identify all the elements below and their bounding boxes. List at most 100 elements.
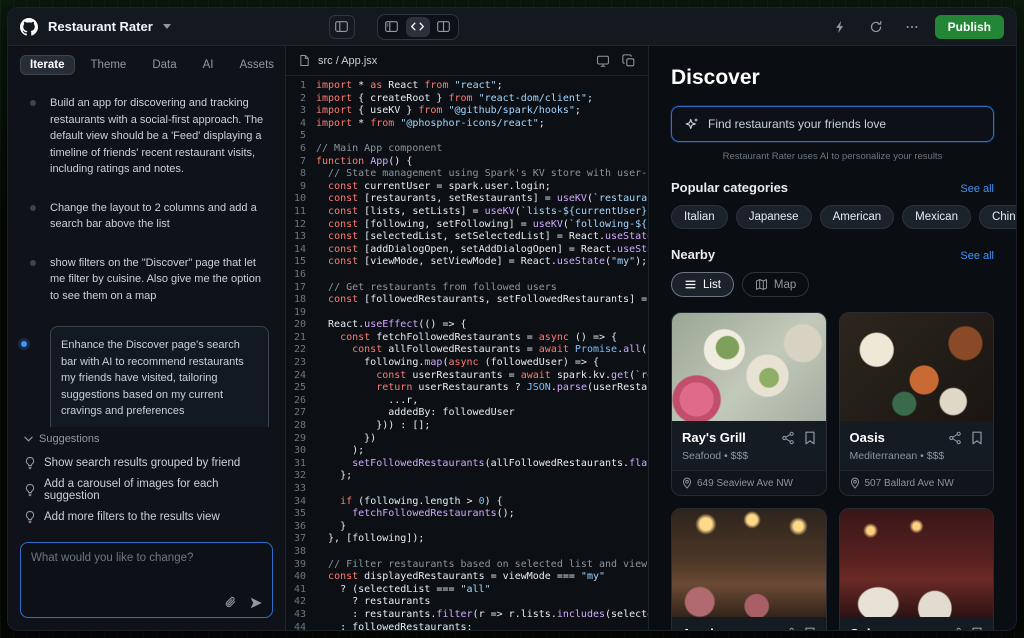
restaurant-card[interactable]: OasisMediterranean • $$$507 Ballard Ave … bbox=[839, 312, 995, 496]
category-chip-chinese[interactable]: Chinese bbox=[979, 205, 1016, 229]
code-line[interactable]: 1import * as React from "react"; bbox=[286, 80, 648, 93]
line-number: 37 bbox=[286, 533, 316, 546]
layout-chat-button[interactable] bbox=[380, 17, 404, 37]
share-icon[interactable] bbox=[781, 431, 795, 445]
category-chip-mexican[interactable]: Mexican bbox=[902, 205, 971, 229]
code-line[interactable]: 29 }) bbox=[286, 433, 648, 446]
code-line[interactable]: 21 const fetchFollowedRestaurants = asyn… bbox=[286, 332, 648, 345]
category-chip-american[interactable]: American bbox=[820, 205, 895, 229]
code-line[interactable]: 12 const [following, setFollowing] = use… bbox=[286, 219, 648, 232]
code-line[interactable]: 6// Main App component bbox=[286, 143, 648, 156]
prompt-text: show filters on the "Discover" page that… bbox=[50, 255, 269, 305]
layout-preview-button[interactable] bbox=[432, 17, 456, 37]
bookmark-icon[interactable] bbox=[804, 627, 816, 631]
restaurant-card[interactable]: Ocho bbox=[839, 508, 995, 630]
layout-code-button[interactable] bbox=[406, 17, 430, 37]
code-line[interactable]: 8 // State management using Spark's KV s… bbox=[286, 168, 648, 181]
code-line[interactable]: 27 addedBy: followedUser bbox=[286, 407, 648, 420]
prompt-message[interactable]: Enhance the Discover page's search bar w… bbox=[50, 326, 269, 427]
code-line[interactable]: 22 const allFollowedRestaurants = await … bbox=[286, 344, 648, 357]
share-icon[interactable] bbox=[948, 431, 962, 445]
tab-assets[interactable]: Assets bbox=[230, 55, 285, 75]
lightbulb-icon bbox=[24, 456, 36, 470]
tab-iterate[interactable]: Iterate bbox=[20, 55, 75, 75]
code-line[interactable]: 7function App() { bbox=[286, 156, 648, 169]
see-all-link[interactable]: See all bbox=[960, 183, 994, 195]
list-view-button[interactable]: List bbox=[671, 272, 734, 297]
suggestion-item[interactable]: Add a carousel of images for each sugges… bbox=[24, 474, 269, 506]
code-line[interactable]: 5 bbox=[286, 130, 648, 143]
prompt-message[interactable]: show filters on the "Discover" page that… bbox=[50, 255, 269, 305]
restaurant-card[interactable]: Asadero bbox=[671, 508, 827, 630]
code-line[interactable]: 30 ); bbox=[286, 445, 648, 458]
restaurant-card[interactable]: Ray's GrillSeafood • $$$649 Seaview Ave … bbox=[671, 312, 827, 496]
code-line[interactable]: 23 following.map(async (followedUser) =>… bbox=[286, 357, 648, 370]
code-line[interactable]: 43 : restaurants.filter(r => r.lists.inc… bbox=[286, 609, 648, 622]
code-line[interactable]: 33 bbox=[286, 483, 648, 496]
line-number: 9 bbox=[286, 181, 316, 194]
more-options-button[interactable] bbox=[899, 15, 925, 39]
bookmark-icon[interactable] bbox=[804, 431, 816, 445]
toggle-sidebar-button[interactable] bbox=[329, 15, 355, 39]
code-line[interactable]: 44 : followedRestaurants; bbox=[286, 622, 648, 630]
share-icon[interactable] bbox=[781, 627, 795, 631]
bookmark-icon[interactable] bbox=[971, 431, 983, 445]
prompt-message[interactable]: Change the layout to 2 columns and add a… bbox=[50, 200, 269, 233]
code-line[interactable]: 19 bbox=[286, 307, 648, 320]
code-line[interactable]: 38 bbox=[286, 546, 648, 559]
tab-ai[interactable]: AI bbox=[193, 55, 224, 75]
code-line[interactable]: 13 const [selectedList, setSelectedList]… bbox=[286, 231, 648, 244]
publish-button[interactable]: Publish bbox=[935, 15, 1004, 39]
prompt-message[interactable]: Build an app for discovering and trackin… bbox=[50, 95, 269, 178]
lightning-button[interactable] bbox=[827, 15, 853, 39]
map-view-button[interactable]: Map bbox=[742, 272, 809, 297]
chevron-down-icon[interactable] bbox=[163, 24, 171, 29]
code-line[interactable]: 10 const [restaurants, setRestaurants] =… bbox=[286, 193, 648, 206]
line-number: 8 bbox=[286, 168, 316, 181]
code-line[interactable]: 37 }, [following]); bbox=[286, 533, 648, 546]
code-line[interactable]: 34 if (following.length > 0) { bbox=[286, 496, 648, 509]
line-content: import { useKV } from "@github/spark/hoo… bbox=[316, 105, 581, 118]
code-line[interactable]: 20 React.useEffect(() => { bbox=[286, 319, 648, 332]
code-line[interactable]: 32 }; bbox=[286, 470, 648, 483]
see-all-link[interactable]: See all bbox=[960, 250, 994, 262]
refresh-button[interactable] bbox=[863, 15, 889, 39]
tab-data[interactable]: Data bbox=[142, 55, 186, 75]
tab-theme[interactable]: Theme bbox=[81, 55, 137, 75]
code-line[interactable]: 35 fetchFollowedRestaurants(); bbox=[286, 508, 648, 521]
code-line[interactable]: 31 setFollowedRestaurants(allFollowedRes… bbox=[286, 458, 648, 471]
code-line[interactable]: 16 bbox=[286, 269, 648, 282]
suggestion-item[interactable]: Show search results grouped by friend bbox=[24, 452, 269, 474]
copy-icon[interactable] bbox=[622, 54, 636, 68]
attach-icon[interactable] bbox=[224, 596, 237, 610]
share-icon[interactable] bbox=[948, 627, 962, 631]
code-line[interactable]: 3import { useKV } from "@github/spark/ho… bbox=[286, 105, 648, 118]
bookmark-icon[interactable] bbox=[971, 627, 983, 631]
send-icon[interactable] bbox=[249, 596, 263, 610]
code-line[interactable]: 25 return userRestaurants ? JSON.parse(u… bbox=[286, 382, 648, 395]
code-line[interactable]: 40 const displayedRestaurants = viewMode… bbox=[286, 571, 648, 584]
code-line[interactable]: 41 ? (selectedList === "all" bbox=[286, 584, 648, 597]
suggestion-item[interactable]: Add more filters to the results view bbox=[24, 506, 269, 528]
suggestions-header[interactable]: Suggestions bbox=[24, 433, 269, 445]
code-line[interactable]: 26 ...r, bbox=[286, 395, 648, 408]
code-line[interactable]: 42 ? restaurants bbox=[286, 596, 648, 609]
code-line[interactable]: 39 // Filter restaurants based on select… bbox=[286, 559, 648, 572]
code-line[interactable]: 36 } bbox=[286, 521, 648, 534]
code-line[interactable]: 28 })) : []; bbox=[286, 420, 648, 433]
code-line[interactable]: 11 const [lists, setLists] = useKV(`list… bbox=[286, 206, 648, 219]
code-line[interactable]: 15 const [viewMode, setViewMode] = React… bbox=[286, 256, 648, 269]
code-line[interactable]: 17 // Get restaurants from followed user… bbox=[286, 282, 648, 295]
open-preview-icon[interactable] bbox=[596, 54, 610, 68]
code-line[interactable]: 4import * from "@phosphor-icons/react"; bbox=[286, 118, 648, 131]
code-line[interactable]: 14 const [addDialogOpen, setAddDialogOpe… bbox=[286, 244, 648, 257]
code-line[interactable]: 9 const currentUser = spark.user.login; bbox=[286, 181, 648, 194]
code-line[interactable]: 18 const [followedRestaurants, setFollow… bbox=[286, 294, 648, 307]
code-editor[interactable]: 1import * as React from "react";2import … bbox=[286, 76, 648, 630]
search-input[interactable] bbox=[708, 117, 981, 131]
category-chip-japanese[interactable]: Japanese bbox=[736, 205, 812, 229]
code-line[interactable]: 24 const userRestaurants = await spark.k… bbox=[286, 370, 648, 383]
line-content: following.map(async (followedUser) => { bbox=[316, 357, 599, 370]
category-chip-italian[interactable]: Italian bbox=[671, 205, 728, 229]
code-line[interactable]: 2import { createRoot } from "react-dom/c… bbox=[286, 93, 648, 106]
